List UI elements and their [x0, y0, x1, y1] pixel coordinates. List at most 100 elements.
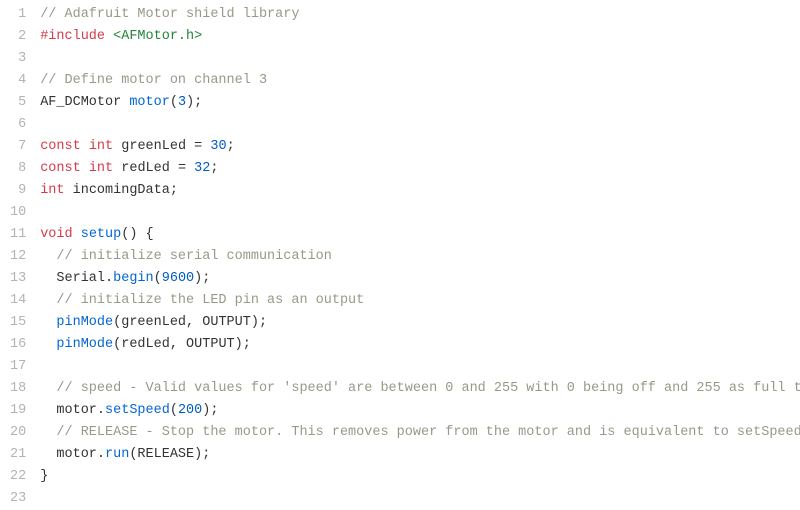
token-func: setup: [81, 227, 122, 242]
token-plain: Serial.: [40, 271, 113, 286]
code-line: // RELEASE - Stop the motor. This remove…: [40, 422, 800, 444]
token-plain: [40, 337, 56, 352]
token-plain: );: [202, 403, 218, 418]
line-number: 15: [10, 312, 26, 334]
line-number: 2: [10, 26, 26, 48]
token-comment: // Define motor on channel 3: [40, 73, 267, 88]
line-number: 9: [10, 180, 26, 202]
token-func: setSpeed: [105, 403, 170, 418]
token-plain: () {: [121, 227, 153, 242]
token-plain: ;: [227, 139, 235, 154]
token-plain: redLed =: [113, 161, 194, 176]
line-number-gutter: 1234567891011121314151617181920212223: [0, 4, 40, 510]
token-plain: [40, 315, 56, 330]
token-keyword: const: [40, 161, 81, 176]
token-plain: [73, 227, 81, 242]
token-plain: (greenLed, OUTPUT);: [113, 315, 267, 330]
code-line: // speed - Valid values for 'speed' are …: [40, 378, 800, 400]
token-func: pinMode: [56, 337, 113, 352]
token-plain: motor.: [40, 447, 105, 462]
code-line: // initialize the LED pin as an output: [40, 290, 800, 312]
code-line: motor.run(RELEASE);: [40, 444, 800, 466]
line-number: 4: [10, 70, 26, 92]
line-number: 18: [10, 378, 26, 400]
token-plain: [40, 381, 56, 396]
line-number: 5: [10, 92, 26, 114]
token-comment: // initialize the LED pin as an output: [56, 293, 364, 308]
code-line: // Define motor on channel 3: [40, 70, 800, 92]
line-number: 22: [10, 466, 26, 488]
code-line: }: [40, 466, 800, 488]
code-line: motor.setSpeed(200);: [40, 400, 800, 422]
token-type: AF_DCMotor: [40, 95, 129, 110]
token-plain: [40, 249, 56, 264]
code-area: // Adafruit Motor shield library #include…: [40, 4, 800, 510]
token-plain: (redLed, OUTPUT);: [113, 337, 251, 352]
token-comment: // Adafruit Motor shield library: [40, 7, 299, 22]
line-number: 13: [10, 268, 26, 290]
token-keyword: void: [40, 227, 72, 242]
token-num: 32: [194, 161, 210, 176]
token-plain: }: [40, 469, 48, 484]
line-number: 1: [10, 4, 26, 26]
token-plain: [81, 139, 89, 154]
code-line: // initialize serial communication: [40, 246, 800, 268]
line-number: 21: [10, 444, 26, 466]
line-number: 12: [10, 246, 26, 268]
code-editor: 1234567891011121314151617181920212223 //…: [0, 0, 800, 510]
token-func: run: [105, 447, 129, 462]
code-line: [40, 202, 800, 224]
token-comment: // RELEASE - Stop the motor. This remove…: [56, 425, 800, 440]
line-number: 6: [10, 114, 26, 136]
token-keyword: const: [40, 139, 81, 154]
token-plain: [40, 293, 56, 308]
line-number: 19: [10, 400, 26, 422]
token-plain: (RELEASE);: [129, 447, 210, 462]
line-number: 7: [10, 136, 26, 158]
line-number: 20: [10, 422, 26, 444]
code-line: int incomingData;: [40, 180, 800, 202]
line-number: 3: [10, 48, 26, 70]
token-num: 30: [210, 139, 226, 154]
code-line: [40, 114, 800, 136]
code-line: pinMode(greenLed, OUTPUT);: [40, 312, 800, 334]
code-line: [40, 48, 800, 70]
line-number: 10: [10, 202, 26, 224]
token-keyword: int: [40, 183, 64, 198]
token-num: 3: [178, 95, 186, 110]
token-func: motor: [129, 95, 170, 110]
token-func: begin: [113, 271, 154, 286]
token-plain: );: [194, 271, 210, 286]
token-plain: motor.: [40, 403, 105, 418]
token-num: 200: [178, 403, 202, 418]
token-plain: (: [170, 95, 178, 110]
code-line: #include <AFMotor.h>: [40, 26, 800, 48]
code-line: [40, 356, 800, 378]
token-plain: );: [186, 95, 202, 110]
code-line: Serial.begin(9600);: [40, 268, 800, 290]
line-number: 14: [10, 290, 26, 312]
token-keyword: int: [89, 139, 113, 154]
code-line: AF_DCMotor motor(3);: [40, 92, 800, 114]
token-plain: (: [170, 403, 178, 418]
token-plain: greenLed =: [113, 139, 210, 154]
token-func: pinMode: [56, 315, 113, 330]
code-line: void setup() {: [40, 224, 800, 246]
code-line: const int redLed = 32;: [40, 158, 800, 180]
token-plain: incomingData;: [65, 183, 178, 198]
token-keyword: #include: [40, 29, 105, 44]
token-plain: ;: [210, 161, 218, 176]
token-num: 9600: [162, 271, 194, 286]
token-comment: // initialize serial communication: [56, 249, 331, 264]
token-comment: // speed - Valid values for 'speed' are …: [56, 381, 800, 396]
token-keyword: int: [89, 161, 113, 176]
token-plain: [40, 425, 56, 440]
line-number: 11: [10, 224, 26, 246]
line-number: 16: [10, 334, 26, 356]
line-number: 8: [10, 158, 26, 180]
token-plain: [81, 161, 89, 176]
line-number: 17: [10, 356, 26, 378]
code-line: const int greenLed = 30;: [40, 136, 800, 158]
token-plain: (: [154, 271, 162, 286]
code-line: pinMode(redLed, OUTPUT);: [40, 334, 800, 356]
